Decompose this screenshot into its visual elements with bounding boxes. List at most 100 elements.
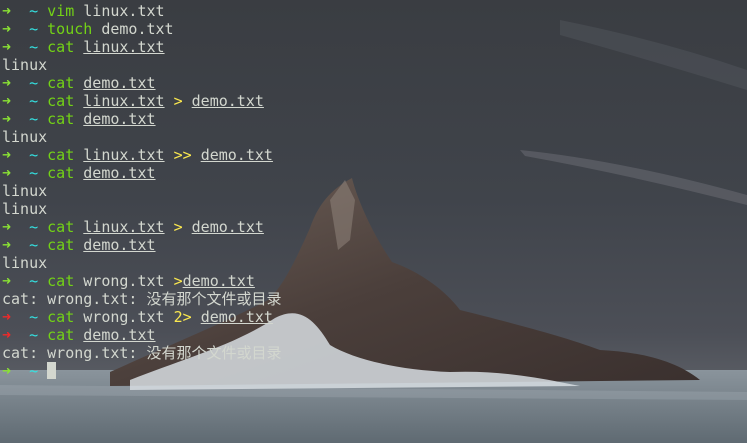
command-argument (74, 236, 83, 254)
command-argument (74, 74, 83, 92)
prompt-directory: ~ (29, 362, 39, 380)
terminal-output[interactable]: ➜ ~ vim linux.txt ➜ ~ touch demo.txt ➜ ~ c… (0, 2, 747, 380)
command-argument (74, 164, 83, 182)
file-path: demo.txt (200, 146, 273, 164)
command-name: cat (47, 236, 75, 254)
prompt-line: ➜ ~ cat wrong.txt 2> demo.txt (2, 308, 747, 326)
output-text: linux (2, 254, 48, 272)
prompt-line: ➜ ~ cat demo.txt (2, 74, 747, 92)
prompt-directory: ~ (29, 92, 39, 110)
prompt-line: ➜ ~ cat demo.txt (2, 110, 747, 128)
command-name: vim (47, 2, 75, 20)
prompt-arrow-icon: ➜ (2, 146, 12, 164)
command-argument (74, 218, 83, 236)
output-text: cat: wrong.txt: 没有那个文件或目录 (2, 290, 282, 308)
command-argument (192, 308, 201, 326)
prompt-arrow-icon: ➜ (2, 20, 12, 38)
command-argument: demo.txt (92, 20, 174, 38)
prompt-directory: ~ (29, 272, 39, 290)
command-name: cat (47, 146, 75, 164)
command-argument: wrong.txt (74, 272, 174, 290)
output-text: cat: wrong.txt: 没有那个文件或目录 (2, 344, 282, 362)
command-name: touch (47, 20, 93, 38)
command-argument (74, 92, 83, 110)
file-path: demo.txt (200, 308, 273, 326)
prompt-line: ➜ ~ cat linux.txt >> demo.txt (2, 146, 747, 164)
output-text: linux (2, 56, 48, 74)
command-argument (165, 218, 174, 236)
output-line: linux (2, 254, 747, 272)
output-line: linux (2, 182, 747, 200)
terminal-cursor[interactable] (47, 362, 57, 379)
prompt-arrow-error-icon: ➜ (2, 308, 12, 326)
file-path: demo.txt (83, 110, 156, 128)
command-argument (165, 146, 174, 164)
output-text: linux (2, 128, 48, 146)
output-line: linux (2, 128, 747, 146)
file-path: linux.txt (83, 38, 165, 56)
prompt-line: ➜ ~ (2, 362, 747, 380)
prompt-line: ➜ ~ cat linux.txt (2, 38, 747, 56)
prompt-arrow-icon: ➜ (2, 218, 12, 236)
prompt-directory: ~ (29, 218, 39, 236)
output-text: linux (2, 182, 48, 200)
prompt-line: ➜ ~ touch demo.txt (2, 20, 747, 38)
file-path: demo.txt (83, 74, 156, 92)
output-line: linux (2, 56, 747, 74)
prompt-directory: ~ (29, 110, 39, 128)
command-name: cat (47, 326, 75, 344)
command-name: cat (47, 92, 75, 110)
redirect-operator: >> (173, 146, 192, 164)
output-line: cat: wrong.txt: 没有那个文件或目录 (2, 344, 747, 362)
prompt-arrow-icon: ➜ (2, 164, 12, 182)
command-argument (165, 92, 174, 110)
prompt-line: ➜ ~ cat linux.txt > demo.txt (2, 218, 747, 236)
file-path: linux.txt (83, 92, 165, 110)
command-argument (74, 146, 83, 164)
command-argument: linux.txt (74, 2, 165, 20)
prompt-directory: ~ (29, 236, 39, 254)
prompt-directory: ~ (29, 146, 39, 164)
command-name: cat (47, 74, 75, 92)
prompt-arrow-icon: ➜ (2, 362, 12, 380)
command-argument (183, 218, 192, 236)
output-text: linux (2, 200, 48, 218)
command-argument (74, 326, 83, 344)
prompt-directory: ~ (29, 2, 39, 20)
file-path: linux.txt (83, 146, 165, 164)
command-name: cat (47, 308, 75, 326)
redirect-operator: > (173, 218, 183, 236)
file-path: demo.txt (191, 92, 264, 110)
command-name: cat (47, 272, 75, 290)
prompt-line: ➜ ~ cat linux.txt > demo.txt (2, 92, 747, 110)
output-line: linux (2, 200, 747, 218)
prompt-arrow-icon: ➜ (2, 92, 12, 110)
command-argument (183, 92, 192, 110)
prompt-directory: ~ (29, 164, 39, 182)
prompt-arrow-icon: ➜ (2, 74, 12, 92)
prompt-directory: ~ (29, 38, 39, 56)
redirect-operator: > (173, 92, 183, 110)
prompt-directory: ~ (29, 20, 39, 38)
prompt-directory: ~ (29, 74, 39, 92)
file-path: demo.txt (83, 326, 156, 344)
file-path: demo.txt (83, 164, 156, 182)
redirect-operator: > (173, 272, 183, 290)
prompt-line: ➜ ~ cat wrong.txt >demo.txt (2, 272, 747, 290)
file-path: demo.txt (191, 218, 264, 236)
prompt-directory: ~ (29, 308, 39, 326)
file-path: linux.txt (83, 218, 165, 236)
command-name: cat (47, 218, 75, 236)
command-argument (74, 110, 83, 128)
prompt-arrow-icon: ➜ (2, 236, 12, 254)
prompt-arrow-icon: ➜ (2, 110, 12, 128)
prompt-line: ➜ ~ cat demo.txt (2, 164, 747, 182)
prompt-line: ➜ ~ vim linux.txt (2, 2, 747, 20)
prompt-arrow-icon: ➜ (2, 2, 12, 20)
file-path: demo.txt (83, 236, 156, 254)
command-name: cat (47, 38, 75, 56)
prompt-arrow-icon: ➜ (2, 38, 12, 56)
prompt-arrow-icon: ➜ (2, 272, 12, 290)
prompt-line: ➜ ~ cat demo.txt (2, 326, 747, 344)
output-line: cat: wrong.txt: 没有那个文件或目录 (2, 290, 747, 308)
